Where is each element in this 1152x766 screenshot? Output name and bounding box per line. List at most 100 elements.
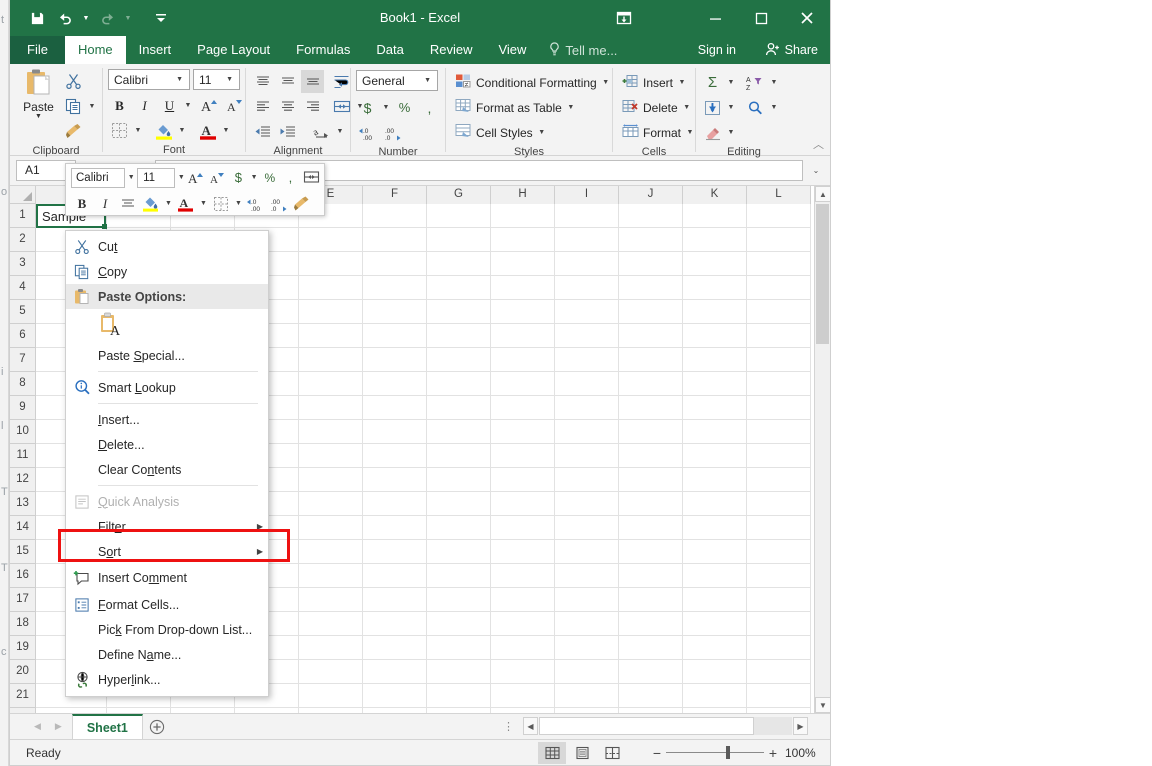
next-sheet-icon[interactable]: ▶ [55, 721, 62, 732]
mini-percent-icon[interactable]: % [260, 167, 280, 189]
column-header-G[interactable]: G [427, 186, 491, 204]
cell-K5[interactable] [683, 300, 747, 324]
mini-fill-color-icon[interactable] [140, 193, 162, 215]
cell-G12[interactable] [427, 468, 491, 492]
cell-I9[interactable] [555, 396, 619, 420]
font-color-icon[interactable]: A [196, 119, 219, 142]
cell-E2[interactable] [299, 228, 363, 252]
cut-icon[interactable] [62, 70, 85, 93]
accounting-dropdown-icon[interactable]: ▼ [381, 104, 391, 111]
cell-K14[interactable] [683, 516, 747, 540]
ribbon-display-options-icon[interactable] [604, 0, 644, 36]
sort-filter-dropdown-icon[interactable]: ▼ [769, 79, 779, 86]
cell-E19[interactable] [299, 636, 363, 660]
mini-merge-cells-icon[interactable] [301, 167, 321, 189]
font-family-combobox[interactable]: Calibri ▼ [108, 69, 190, 90]
cell-E14[interactable] [299, 516, 363, 540]
row-header-20[interactable]: 20 [10, 660, 36, 684]
mini-italic-button[interactable]: I [94, 193, 116, 215]
cell-I13[interactable] [555, 492, 619, 516]
fill-icon[interactable] [701, 96, 724, 119]
cell-L16[interactable] [747, 564, 811, 588]
cell-K18[interactable] [683, 612, 747, 636]
cell-H16[interactable] [491, 564, 555, 588]
scroll-up-icon[interactable]: ▲ [815, 186, 830, 202]
mini-borders-dropdown-icon[interactable]: ▼ [233, 193, 244, 215]
cell-F10[interactable] [363, 420, 427, 444]
menu-item-format-cells[interactable]: Format Cells... [66, 592, 268, 617]
cell-I10[interactable] [555, 420, 619, 444]
tell-me-box[interactable]: Tell me... [539, 36, 627, 64]
cell-L1[interactable] [747, 204, 811, 228]
mini-accounting-dropdown-icon[interactable]: ▼ [249, 167, 259, 189]
cell-H20[interactable] [491, 660, 555, 684]
cell-G11[interactable] [427, 444, 491, 468]
mini-decrease-decimal-icon[interactable]: .00.0 [268, 193, 290, 215]
format-dropdown-icon[interactable]: ▼ [685, 129, 695, 136]
mini-font-family[interactable]: Calibri [71, 167, 126, 188]
cell-L4[interactable] [747, 276, 811, 300]
mini-comma-icon[interactable]: , [281, 167, 301, 189]
cell-E11[interactable] [299, 444, 363, 468]
cell-K11[interactable] [683, 444, 747, 468]
mini-font-color-icon[interactable]: A [175, 193, 197, 215]
align-right-icon[interactable] [301, 95, 324, 118]
cell-G9[interactable] [427, 396, 491, 420]
menu-item-insert-comment[interactable]: Insert Comment [66, 564, 268, 592]
cell-K17[interactable] [683, 588, 747, 612]
horizontal-scroll-thumb[interactable] [539, 717, 755, 735]
increase-font-size-button[interactable]: A [199, 94, 222, 117]
cell-I2[interactable] [555, 228, 619, 252]
autosum-dropdown-icon[interactable]: ▼ [726, 79, 736, 86]
row-header-21[interactable]: 21 [10, 684, 36, 708]
cell-F12[interactable] [363, 468, 427, 492]
font-size-dropdown-icon[interactable]: ▼ [222, 76, 237, 83]
percent-style-button[interactable]: % [393, 96, 416, 119]
cell-F14[interactable] [363, 516, 427, 540]
cell-J18[interactable] [619, 612, 683, 636]
row-header-4[interactable]: 4 [10, 276, 36, 300]
cell-K3[interactable] [683, 252, 747, 276]
cell-K16[interactable] [683, 564, 747, 588]
scroll-left-icon[interactable]: ◀ [523, 717, 538, 735]
clear-icon[interactable] [701, 121, 724, 144]
normal-view-icon[interactable] [538, 742, 566, 764]
zoom-level-label[interactable]: 100% [785, 740, 816, 766]
cell-J11[interactable] [619, 444, 683, 468]
tab-page-layout[interactable]: Page Layout [184, 36, 283, 64]
zoom-slider-thumb[interactable] [726, 746, 730, 759]
insert-cells-button[interactable]: Insert ▼ [618, 70, 691, 95]
menu-item-smart-lookup[interactable]: Smart Lookup [66, 375, 268, 400]
cell-F16[interactable] [363, 564, 427, 588]
font-size-combobox[interactable]: 11 ▼ [193, 69, 240, 90]
cell-H17[interactable] [491, 588, 555, 612]
decrease-font-size-button[interactable]: A [224, 94, 247, 117]
cell-H13[interactable] [491, 492, 555, 516]
cell-L19[interactable] [747, 636, 811, 660]
select-all-corner[interactable] [10, 186, 36, 204]
row-header-14[interactable]: 14 [10, 516, 36, 540]
horizontal-scrollbar[interactable]: ◀ ▶ [523, 716, 808, 736]
cell-J7[interactable] [619, 348, 683, 372]
cell-I7[interactable] [555, 348, 619, 372]
cell-E3[interactable] [299, 252, 363, 276]
cell-F3[interactable] [363, 252, 427, 276]
cell-E15[interactable] [299, 540, 363, 564]
cell-J9[interactable] [619, 396, 683, 420]
cell-H1[interactable] [491, 204, 555, 228]
minimize-icon[interactable] [692, 0, 738, 36]
tab-file[interactable]: File [10, 36, 65, 64]
menu-item-copy[interactable]: Copy [66, 259, 268, 284]
cell-G10[interactable] [427, 420, 491, 444]
row-header-15[interactable]: 15 [10, 540, 36, 564]
menu-item-paste-special[interactable]: Paste Special... [66, 343, 268, 368]
row-header-7[interactable]: 7 [10, 348, 36, 372]
cell-L18[interactable] [747, 612, 811, 636]
cell-E7[interactable] [299, 348, 363, 372]
menu-item-pick-from-dropdown-list[interactable]: Pick From Drop-down List... [66, 617, 268, 642]
cell-H8[interactable] [491, 372, 555, 396]
cell-L13[interactable] [747, 492, 811, 516]
orientation-dropdown-icon[interactable]: ▼ [335, 128, 345, 135]
comma-style-button[interactable]: , [418, 96, 441, 119]
close-icon[interactable] [784, 0, 830, 36]
